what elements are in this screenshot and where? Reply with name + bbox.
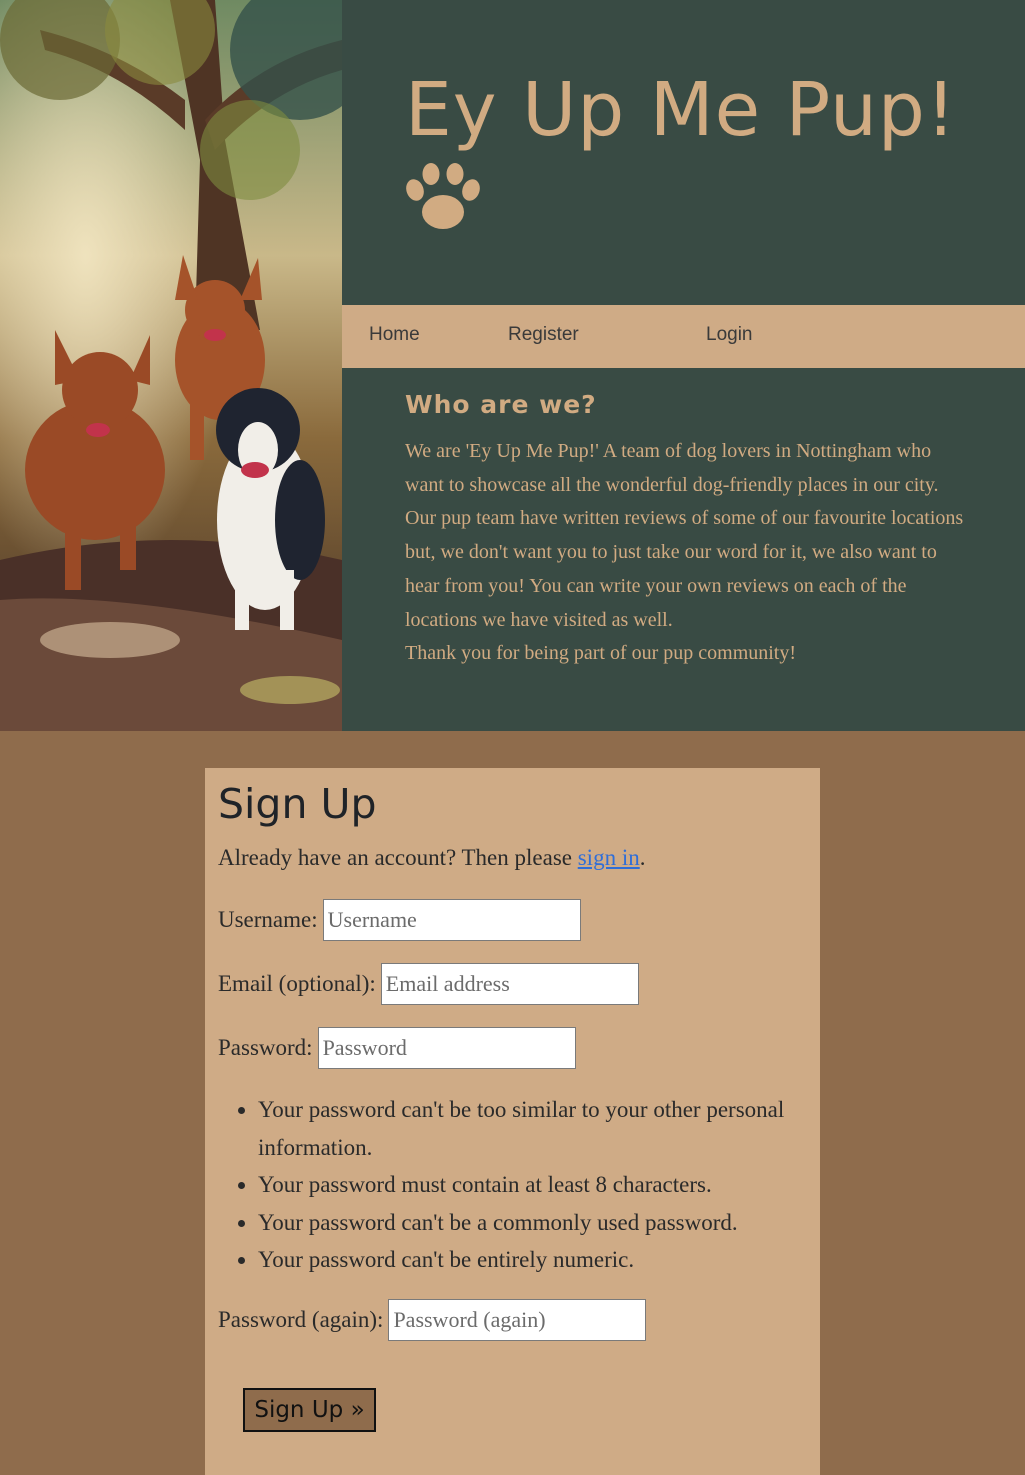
nav-home-link[interactable]: Home: [369, 324, 420, 346]
nav-register-link[interactable]: Register: [508, 324, 579, 346]
password-help-item: Your password must contain at least 8 ch…: [258, 1166, 798, 1204]
password-label: Password:: [218, 1035, 313, 1060]
paw-icon: [406, 163, 480, 229]
about-paragraph: We are 'Ey Up Me Pup!' A team of dog lov…: [405, 440, 939, 496]
signup-card: Sign Up Already have an account? Then pl…: [205, 768, 820, 1475]
site-header: Ey Up Me Pup!: [342, 0, 1025, 305]
password-help-list: Your password can't be too similar to yo…: [218, 1091, 798, 1279]
about-body: We are 'Ey Up Me Pup!' A team of dog lov…: [405, 435, 970, 671]
signup-button[interactable]: Sign Up »: [243, 1388, 376, 1432]
top-section: Ey Up Me Pup! Home Register Login Who ar…: [0, 0, 1025, 731]
password-input[interactable]: [317, 1027, 576, 1069]
signin-prompt-text: Already have an account? Then please: [218, 845, 578, 870]
password-help-item: Your password can't be entirely numeric.: [258, 1241, 798, 1279]
signin-prompt-suffix: .: [639, 845, 646, 870]
about-paragraph: Thank you for being part of our pup comm…: [405, 642, 797, 665]
username-input[interactable]: [322, 899, 581, 941]
signin-link[interactable]: sign in: [578, 845, 640, 870]
password-again-label: Password (again):: [218, 1307, 384, 1332]
about-paragraph: Our pup team have written reviews of som…: [405, 507, 964, 631]
username-row: Username:: [218, 899, 581, 941]
site-title: Ey Up Me Pup!: [405, 67, 957, 153]
about-section: Who are we? We are 'Ey Up Me Pup!' A tea…: [342, 368, 1025, 731]
main-nav: Home Register Login: [342, 305, 1025, 368]
email-input[interactable]: [380, 963, 639, 1005]
username-label: Username:: [218, 907, 318, 932]
password-again-input[interactable]: [388, 1299, 647, 1341]
nav-login-link[interactable]: Login: [706, 324, 753, 346]
password-help-item: Your password can't be a commonly used p…: [258, 1204, 798, 1242]
signin-prompt: Already have an account? Then please sig…: [218, 845, 645, 871]
email-label: Email (optional):: [218, 971, 376, 996]
about-title: Who are we?: [405, 390, 597, 419]
password-help-item: Your password can't be too similar to yo…: [258, 1091, 798, 1166]
signup-title: Sign Up: [218, 780, 377, 828]
password-again-row: Password (again):: [218, 1299, 647, 1341]
password-row: Password:: [218, 1027, 576, 1069]
hero-image: [0, 0, 342, 731]
email-row: Email (optional):: [218, 963, 639, 1005]
